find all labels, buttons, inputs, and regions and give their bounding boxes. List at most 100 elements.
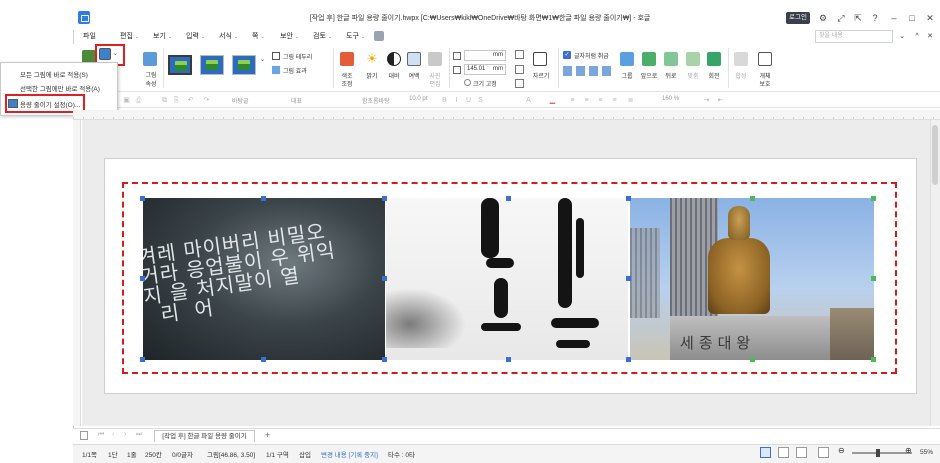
group-icon[interactable] (620, 52, 634, 66)
menu-tools[interactable]: 도구 ⌄ (346, 31, 365, 41)
view-web-button[interactable] (778, 447, 789, 458)
zoom-slider-knob[interactable] (876, 449, 880, 457)
picture-context-tab-icon[interactable] (374, 31, 384, 41)
font-color-icon[interactable]: A (524, 96, 533, 105)
align-right-icon[interactable]: ≡ (610, 96, 619, 105)
width-input[interactable]: mm (464, 50, 506, 61)
status-page[interactable]: 1/1쪽 (82, 449, 97, 459)
align-icon[interactable] (686, 52, 700, 66)
size-option-icon-3[interactable] (515, 79, 524, 88)
help-icon[interactable]: ? (869, 12, 881, 24)
send-back-icon[interactable] (664, 52, 678, 66)
border-icon[interactable] (272, 52, 280, 60)
size-option-icon-1[interactable] (515, 50, 524, 59)
close-icon[interactable]: ✕ (924, 12, 936, 24)
status-track-changes[interactable]: 변경 내용 [기록 중지] (321, 449, 378, 459)
zoom-out-icon[interactable]: ⊖ (838, 446, 845, 455)
menu-review[interactable]: 검토 ⌄ (313, 31, 332, 41)
menu-insert[interactable]: 입력 ⌄ (186, 31, 205, 41)
tab-next-icon[interactable]: › (124, 431, 126, 438)
picture-style-1[interactable] (168, 55, 192, 75)
zoom-slider[interactable] (852, 452, 912, 454)
picture-effect-button[interactable]: 그림 효과 (283, 66, 307, 75)
picture-properties-icon[interactable] (143, 52, 157, 66)
view-multi-button[interactable] (796, 447, 807, 458)
copy-icon[interactable]: ⧉ (160, 96, 169, 105)
menu-format[interactable]: 서식 ⌄ (219, 31, 238, 41)
align-center-icon[interactable]: ≡ (596, 96, 605, 105)
contrast-icon[interactable] (387, 52, 401, 66)
highlight-color-icon[interactable]: ▁ (548, 96, 557, 105)
menu-edit[interactable]: 편집 ⌄ (120, 31, 139, 41)
size-option-icon-2[interactable] (515, 65, 524, 74)
tab-first-icon[interactable]: ⏮ (98, 431, 104, 439)
style-gallery-more-icon[interactable]: ⌄ (260, 56, 265, 63)
indent-icon[interactable]: ⇥ (702, 96, 711, 105)
align-justify-icon[interactable]: ≡ (568, 96, 577, 105)
picture-style-2[interactable] (200, 55, 224, 75)
object-protect-icon[interactable] (758, 52, 772, 66)
view-fit-button[interactable] (818, 447, 829, 458)
margin-icon[interactable] (407, 52, 421, 66)
ribbon-close-icon[interactable]: ✕ (924, 31, 936, 43)
tab-prev-icon[interactable]: ‹ (112, 431, 114, 438)
photo-edit-icon[interactable] (428, 52, 442, 66)
add-tab-button[interactable]: + (265, 430, 270, 440)
menu-file[interactable]: 파일 (83, 31, 96, 41)
align-left-icon[interactable]: ≡ (582, 96, 591, 105)
undo-icon[interactable]: ↶ (186, 96, 195, 105)
search-input[interactable]: 찾을 내용 (815, 30, 893, 43)
login-button[interactable]: 로그인 (786, 12, 810, 24)
expand-icon[interactable]: ⤢ (835, 12, 847, 24)
fix-size-radio[interactable] (464, 79, 471, 86)
line-spacing-input[interactable]: 160 % (662, 96, 679, 106)
strike-icon[interactable]: S (476, 96, 485, 105)
distribute-icon[interactable]: ≣ (626, 96, 635, 105)
brightness-icon[interactable]: ☀ (365, 52, 379, 66)
menu-page[interactable]: 쪽 ⌄ (252, 31, 265, 41)
apply-all-pictures-item[interactable]: 모든 그림에 바로 적용(S) (20, 69, 88, 79)
color-adjust-icon[interactable] (340, 52, 354, 66)
minimize-icon[interactable]: – (888, 12, 900, 24)
print-icon[interactable]: ⎙ (134, 96, 143, 105)
apply-selected-picture-item[interactable]: 선택한 그림에만 바로 적용(A) (20, 83, 100, 93)
vertical-scroll-thumb[interactable] (932, 125, 938, 185)
horizontal-ruler[interactable] (73, 110, 940, 120)
vertical-ruler[interactable] (73, 120, 81, 426)
italic-icon[interactable]: I (452, 96, 461, 105)
outdent-icon[interactable]: ⇤ (716, 96, 725, 105)
crop-icon[interactable] (533, 52, 547, 66)
picture-style-3[interactable] (232, 55, 256, 75)
status-insert-mode[interactable]: 삽입 (299, 449, 311, 459)
ribbon-collapse-icon[interactable]: ^ (911, 31, 923, 43)
menu-view[interactable]: 보기 ⌄ (153, 31, 172, 41)
tab-list-icon[interactable] (80, 431, 88, 440)
zoom-level[interactable]: 55% (920, 449, 933, 456)
effect-icon[interactable] (272, 66, 280, 74)
paste-icon[interactable]: ⎘ (172, 96, 181, 105)
wrap-text-checkbox[interactable]: ✓ (563, 51, 571, 59)
bring-front-icon[interactable] (642, 52, 656, 66)
search-dropdown-icon[interactable]: ⌄ (896, 31, 908, 43)
underline-icon[interactable]: U (464, 96, 473, 105)
picture-border-button[interactable]: 그림 테두리 (283, 52, 312, 61)
bold-icon[interactable]: B (440, 96, 449, 105)
pin-icon[interactable]: ⇱ (852, 12, 864, 24)
merge-icon[interactable] (734, 52, 748, 66)
document-tab[interactable]: [작업 후] 한글 파일 용량 줄이기 (154, 430, 255, 442)
zoom-in-icon[interactable]: ⊕ (905, 446, 912, 455)
view-normal-button[interactable] (760, 447, 771, 458)
tab-last-icon[interactable]: ⏭ (136, 431, 142, 439)
settings-icon[interactable]: ⚙ (817, 12, 829, 24)
save-icon[interactable]: ▣ (122, 96, 131, 105)
height-input[interactable]: 145.01 mm (464, 64, 506, 75)
menu-security[interactable]: 보안 ⌄ (280, 31, 299, 41)
wrap-style-icons[interactable] (563, 66, 613, 76)
redo-icon[interactable]: ↷ (202, 96, 211, 105)
rotate-icon[interactable] (707, 52, 721, 66)
maximize-icon[interactable]: □ (906, 12, 918, 24)
font-select[interactable]: 함초롬바탕 (362, 96, 390, 106)
font-size-input[interactable]: 10.0 pt (409, 96, 427, 106)
language-select[interactable]: 대표 (291, 96, 302, 106)
style-select[interactable]: 바탕글 (232, 96, 249, 106)
